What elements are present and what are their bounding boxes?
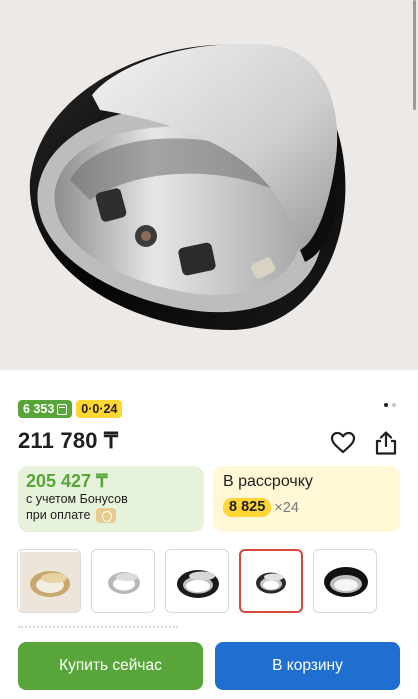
image-gallery-thumbnails <box>17 549 377 613</box>
gallery-thumbnail[interactable] <box>313 549 377 613</box>
page-scrollbar[interactable] <box>413 0 416 110</box>
gallery-thumbnail[interactable] <box>17 549 81 613</box>
bonus-coin-icon <box>57 403 68 415</box>
favorite-heart-icon[interactable] <box>330 430 356 456</box>
black-ring-side-thumbnail-image <box>324 567 368 597</box>
gallery-thumbnail-selected[interactable] <box>239 549 303 613</box>
bonus-note-line1: с учетом Бонусов <box>26 492 128 506</box>
pagination-dot-active <box>384 403 388 407</box>
bonus-price: 205 427 ₸ <box>26 471 108 491</box>
installment-card[interactable]: В рассрочку 8 825 ×24 <box>213 466 400 532</box>
installment-monthly: 8 825 <box>223 498 272 517</box>
gold-ring-thumbnail-image <box>20 552 80 612</box>
pagination-dot <box>392 403 396 407</box>
installment-badge-code: 0·0·24 <box>81 402 118 416</box>
silver-ring-thumbnail-image <box>108 572 140 594</box>
silver-ring-selected-thumbnail-image <box>256 572 286 594</box>
installment-multiplier: ×24 <box>274 499 299 516</box>
bonus-badge-value: 6 353 <box>23 402 55 416</box>
bonus-badge: 6 353 <box>18 400 73 418</box>
action-buttons: Купить сейчас В корзину <box>18 642 400 690</box>
bonus-coin-icon <box>96 507 117 523</box>
gallery-thumbnail[interactable] <box>91 549 155 613</box>
black-ring-thumbnail-image <box>177 570 219 598</box>
installment-badge: 0·0·24 <box>76 400 123 418</box>
bonus-price-card[interactable]: 205 427 ₸ с учетом Бонусов при оплате <box>18 466 204 532</box>
gallery-thumbnail[interactable] <box>165 549 229 613</box>
partially-hidden-text <box>18 626 178 636</box>
add-to-cart-button[interactable]: В корзину <box>215 642 400 690</box>
product-price: 211 780 ₸ <box>18 428 119 453</box>
installment-label: В рассрочку <box>223 473 313 490</box>
smart-ring-image <box>29 43 346 331</box>
bonus-note-line2: при оплате <box>26 507 91 522</box>
buy-now-button[interactable]: Купить сейчас <box>18 642 203 690</box>
share-icon[interactable] <box>373 430 399 456</box>
product-hero-image[interactable] <box>0 0 418 370</box>
promo-badges: 6 353 0·0·24 <box>18 400 123 418</box>
image-pagination <box>384 403 396 407</box>
